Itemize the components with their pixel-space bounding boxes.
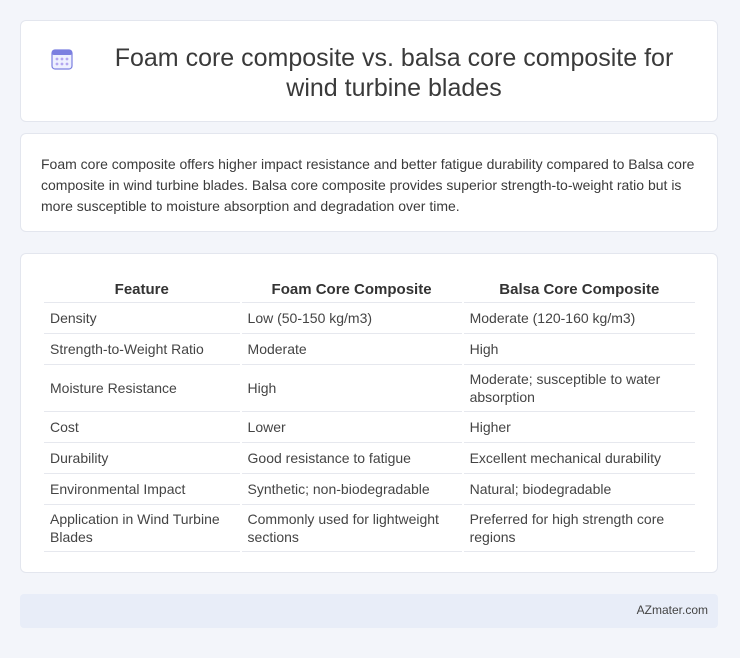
- table-row: Durability Good resistance to fatigue Ex…: [44, 443, 695, 474]
- header-foam: Foam Core Composite: [241, 276, 462, 303]
- table-row: Environmental Impact Synthetic; non-biod…: [44, 474, 695, 505]
- feature-cell: Strength-to-Weight Ratio: [44, 334, 240, 365]
- foam-cell: Good resistance to fatigue: [241, 443, 462, 474]
- foam-cell: High: [241, 365, 462, 412]
- feature-cell: Density: [44, 303, 240, 334]
- feature-cell: Environmental Impact: [44, 474, 240, 505]
- comparison-card: Feature Foam Core Composite Balsa Core C…: [20, 253, 718, 573]
- table-row: Density Low (50-150 kg/m3) Moderate (120…: [44, 303, 695, 334]
- footer-brand[interactable]: AZmater.com: [637, 603, 708, 617]
- table-header-row: Feature Foam Core Composite Balsa Core C…: [44, 276, 695, 303]
- balsa-cell: Excellent mechanical durability: [463, 443, 695, 474]
- table-row: Cost Lower Higher: [44, 412, 695, 443]
- feature-cell: Moisture Resistance: [44, 365, 240, 412]
- feature-cell: Application in Wind Turbine Blades: [44, 505, 240, 552]
- foam-cell: Synthetic; non-biodegradable: [241, 474, 462, 505]
- balsa-cell: High: [463, 334, 695, 365]
- balsa-cell: Moderate; susceptible to water absorptio…: [463, 365, 695, 412]
- table-row: Moisture Resistance High Moderate; susce…: [44, 365, 695, 412]
- foam-cell: Moderate: [241, 334, 462, 365]
- balsa-cell: Higher: [463, 412, 695, 443]
- table-row: Strength-to-Weight Ratio Moderate High: [44, 334, 695, 365]
- foam-cell: Commonly used for lightweight sections: [241, 505, 462, 552]
- foam-cell: Lower: [241, 412, 462, 443]
- summary-text: Foam core composite offers higher impact…: [41, 156, 695, 214]
- table-row: Application in Wind Turbine Blades Commo…: [44, 505, 695, 552]
- header-feature: Feature: [44, 276, 240, 303]
- title-card: Foam core composite vs. balsa core compo…: [20, 20, 718, 122]
- balsa-cell: Natural; biodegradable: [463, 474, 695, 505]
- balsa-cell: Preferred for high strength core regions: [463, 505, 695, 552]
- header-balsa: Balsa Core Composite: [463, 276, 695, 303]
- feature-cell: Cost: [44, 412, 240, 443]
- foam-cell: Low (50-150 kg/m3): [241, 303, 462, 334]
- summary-card: Foam core composite offers higher impact…: [20, 133, 718, 232]
- balsa-cell: Moderate (120-160 kg/m3): [463, 303, 695, 334]
- page-title: Foam core composite vs. balsa core compo…: [114, 44, 674, 102]
- footer: AZmater.com: [20, 594, 718, 628]
- comparison-table: Feature Foam Core Composite Balsa Core C…: [42, 276, 697, 552]
- feature-cell: Durability: [44, 443, 240, 474]
